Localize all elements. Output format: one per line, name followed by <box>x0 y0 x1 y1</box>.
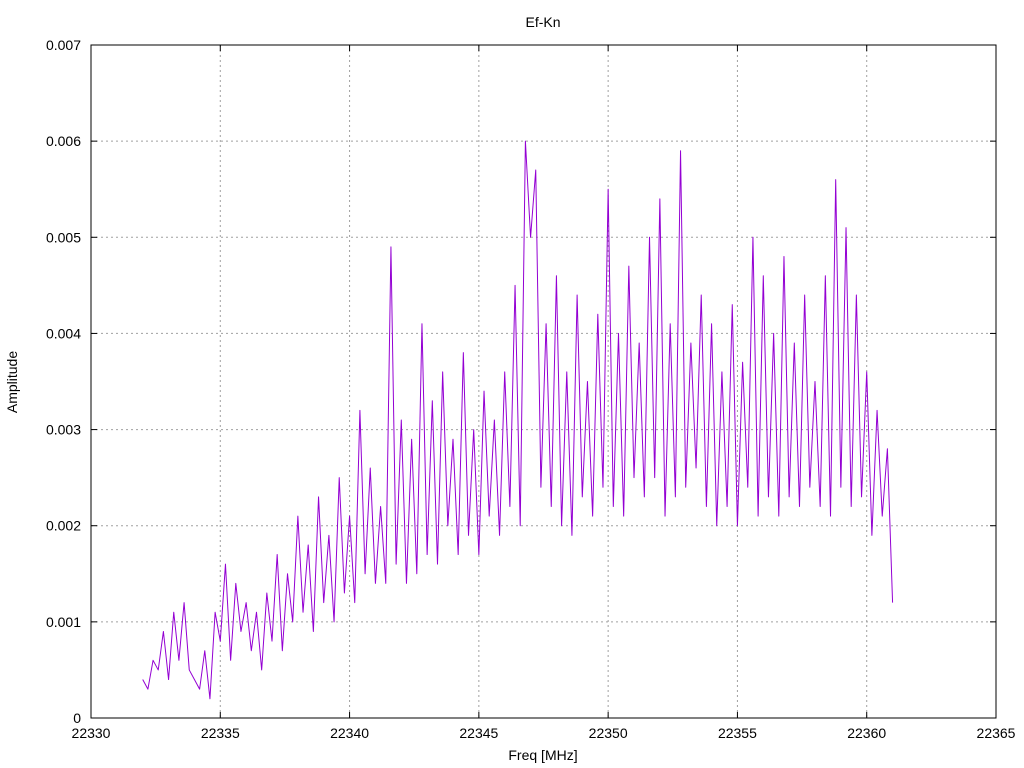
plot-frame <box>90 44 997 719</box>
y-tick-label: 0.002 <box>46 518 81 534</box>
chart-title: Ef-Kn <box>525 14 560 30</box>
y-tick-label: 0 <box>73 710 81 726</box>
y-tick-label: 0.003 <box>46 422 81 438</box>
y-axis-label: Amplitude <box>4 351 20 413</box>
axis-ticks: 22330 22335 22340 22345 22350 22355 22360 22365… <box>46 37 1016 741</box>
x-tick-label: 22335 <box>201 725 240 741</box>
y-tick-label: 0.004 <box>46 325 81 341</box>
x-axis-label: Freq [MHz] <box>508 747 577 763</box>
x-tick-label: 22360 <box>847 725 886 741</box>
series-line-0 <box>142 140 894 700</box>
series-layer <box>142 140 894 700</box>
amplitude-chart: Ef-Kn Amplitude Freq [MHz] 22330 22335 223… <box>4 14 1016 763</box>
x-tick-label: 22355 <box>718 725 757 741</box>
y-tick-label: 0.001 <box>46 614 81 630</box>
x-tick-label: 22365 <box>977 725 1016 741</box>
y-tick-label: 0.007 <box>46 37 81 53</box>
y-tick-label: 0.006 <box>46 133 81 149</box>
y-tick-label: 0.005 <box>46 229 81 245</box>
x-tick-label: 22350 <box>589 725 628 741</box>
x-tick-label: 22330 <box>72 725 111 741</box>
x-tick-label: 22345 <box>459 725 498 741</box>
grid <box>91 45 996 718</box>
x-tick-label: 22340 <box>330 725 369 741</box>
